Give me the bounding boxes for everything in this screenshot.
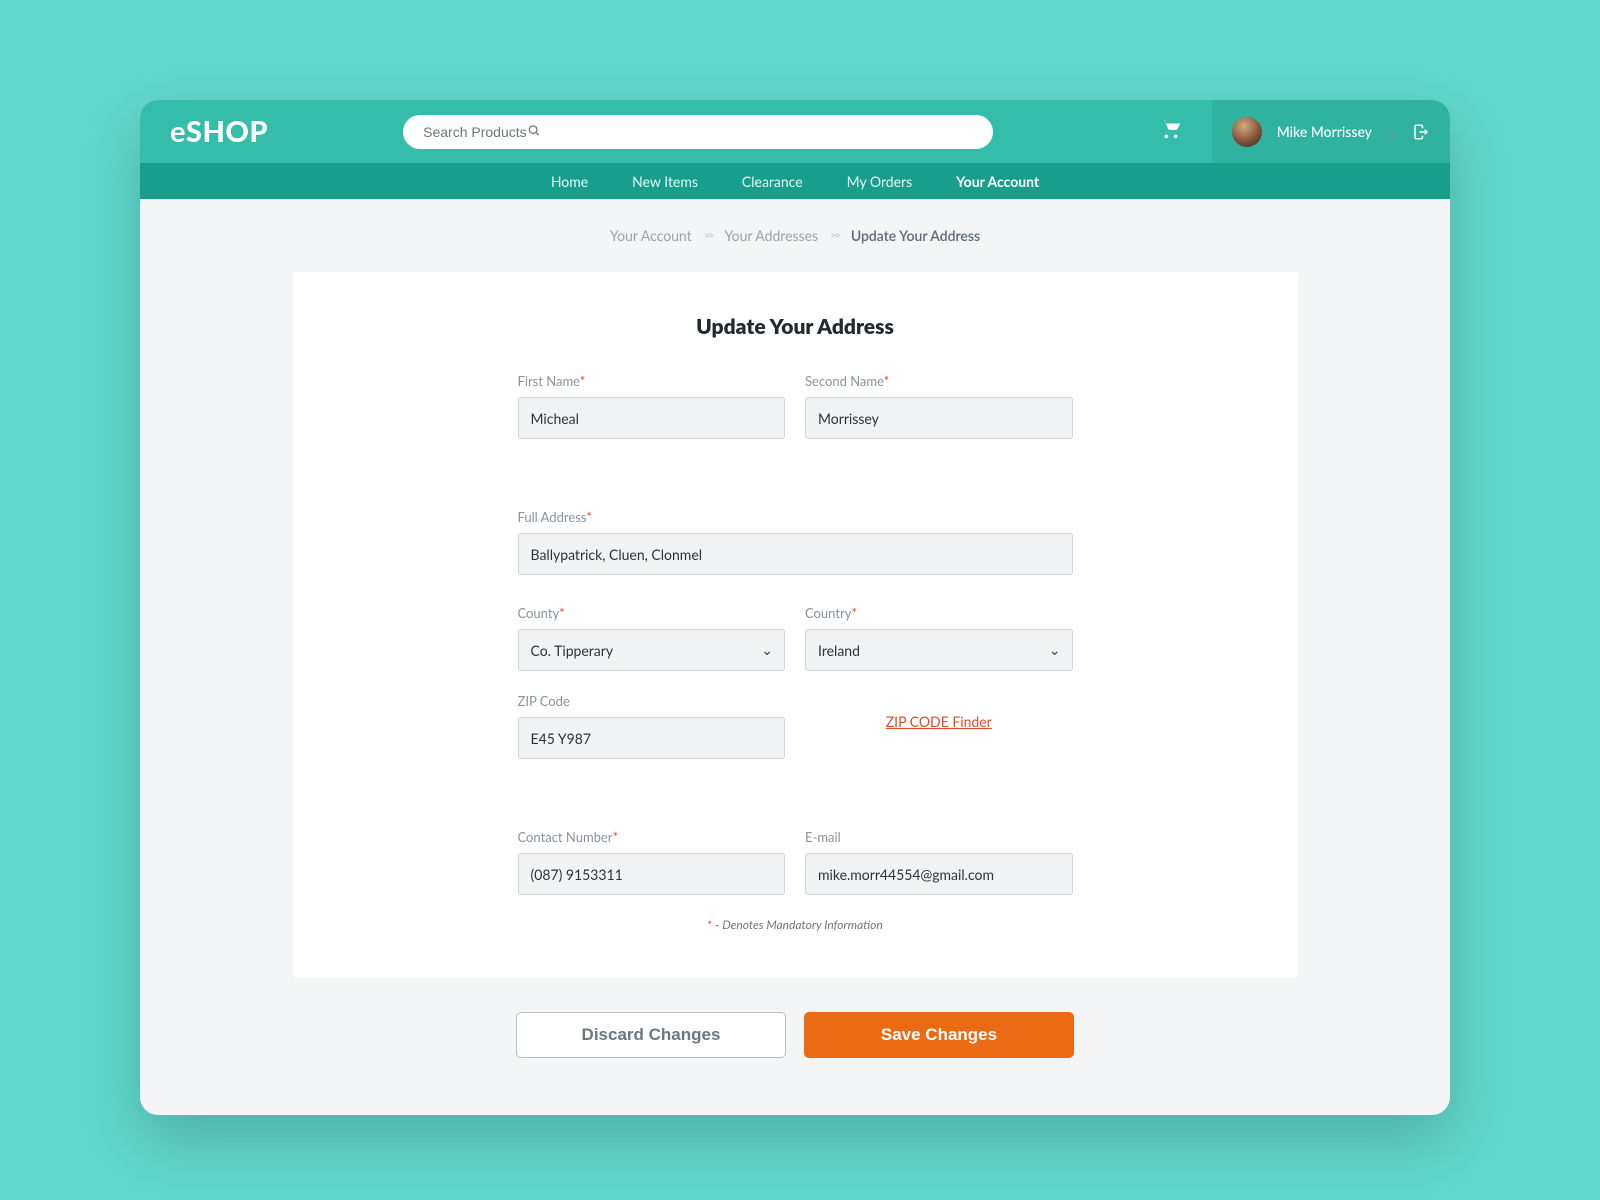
crumb-current: Update Your Address xyxy=(851,227,980,244)
full-address-group: Full Address* xyxy=(518,509,1073,575)
email-field[interactable] xyxy=(805,853,1073,895)
breadcrumb: Your Account >> Your Addresses >> Update… xyxy=(140,199,1450,272)
save-button[interactable]: Save Changes xyxy=(804,1012,1074,1058)
first-name-label: First Name* xyxy=(518,373,786,389)
logo[interactable]: eSHOP xyxy=(170,114,268,149)
mandatory-note: * - Denotes Mandatory Information xyxy=(518,917,1073,932)
discard-button[interactable]: Discard Changes xyxy=(516,1012,786,1058)
second-name-label: Second Name* xyxy=(805,373,1073,389)
nav-new-items[interactable]: New Items xyxy=(632,173,698,190)
country-select[interactable]: Ireland xyxy=(805,629,1073,671)
contact-group: Contact Number* xyxy=(518,829,786,895)
avatar xyxy=(1232,117,1262,147)
full-address-field[interactable] xyxy=(518,533,1073,575)
contact-field[interactable] xyxy=(518,853,786,895)
email-group: E-mail xyxy=(805,829,1073,895)
chevron-right-icon: >> xyxy=(830,229,839,242)
app-window: eSHOP Mike Morrissey ⌄ Home New Items Cl… xyxy=(140,100,1450,1115)
user-menu[interactable]: Mike Morrissey ⌄ xyxy=(1212,100,1450,163)
nav-my-orders[interactable]: My Orders xyxy=(847,173,913,190)
crumb-account[interactable]: Your Account xyxy=(610,227,692,244)
email-label: E-mail xyxy=(805,829,1073,845)
full-address-label: Full Address* xyxy=(518,509,1073,525)
nav-home[interactable]: Home xyxy=(551,173,588,190)
second-name-field[interactable] xyxy=(805,397,1073,439)
logout-icon[interactable] xyxy=(1412,123,1430,141)
contact-label: Contact Number* xyxy=(518,829,786,845)
user-name: Mike Morrissey xyxy=(1277,123,1372,140)
zip-field[interactable] xyxy=(518,717,786,759)
search-input[interactable] xyxy=(403,115,993,149)
action-buttons: Discard Changes Save Changes xyxy=(140,1012,1450,1058)
page-title: Update Your Address xyxy=(518,314,1073,339)
first-name-group: First Name* xyxy=(518,373,786,439)
chevron-right-icon: >> xyxy=(704,229,713,242)
county-group: County* Co. Tipperary ⌄ xyxy=(518,605,786,671)
county-label: County* xyxy=(518,605,786,621)
zip-finder-wrap: ZIP CODE Finder xyxy=(805,693,1073,759)
zip-label: ZIP Code xyxy=(518,693,786,709)
county-select[interactable]: Co. Tipperary xyxy=(518,629,786,671)
navbar: Home New Items Clearance My Orders Your … xyxy=(140,163,1450,199)
chevron-down-icon: ⌄ xyxy=(1387,124,1397,139)
zip-finder-link[interactable]: ZIP CODE Finder xyxy=(886,713,992,730)
zip-group: ZIP Code xyxy=(518,693,786,759)
crumb-addresses[interactable]: Your Addresses xyxy=(724,227,818,244)
country-group: Country* Ireland ⌄ xyxy=(805,605,1073,671)
nav-your-account[interactable]: Your Account xyxy=(956,173,1039,190)
logo-shop: SHOP xyxy=(186,114,268,149)
topbar: eSHOP Mike Morrissey ⌄ xyxy=(140,100,1450,163)
first-name-field[interactable] xyxy=(518,397,786,439)
second-name-group: Second Name* xyxy=(805,373,1073,439)
search-wrap xyxy=(403,115,993,149)
form-card: Update Your Address First Name* Second N… xyxy=(293,272,1298,978)
nav-clearance[interactable]: Clearance xyxy=(742,173,803,190)
cart-icon[interactable] xyxy=(1160,118,1182,145)
logo-e: e xyxy=(170,114,186,149)
country-label: Country* xyxy=(805,605,1073,621)
